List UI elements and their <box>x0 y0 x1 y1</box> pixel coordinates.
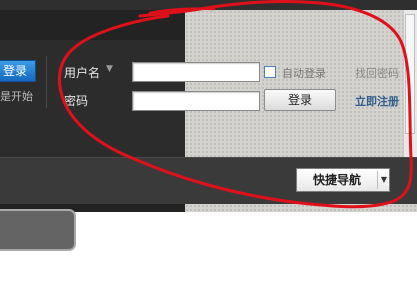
auto-login-checkbox[interactable] <box>264 66 276 78</box>
register-link[interactable]: 立即注册 <box>355 93 399 109</box>
top-strip <box>0 0 417 10</box>
password-input[interactable] <box>132 91 260 111</box>
quick-nav-separator <box>377 171 378 189</box>
quick-nav-label[interactable]: 快捷导航 <box>297 169 377 191</box>
patterned-background <box>185 10 417 157</box>
gray-panel-tab[interactable] <box>0 209 76 251</box>
scrollbar-thumb[interactable] <box>405 14 415 134</box>
header-top-bar <box>0 10 185 40</box>
username-input[interactable] <box>132 62 260 82</box>
login-submit-button[interactable]: 登录 <box>264 89 336 111</box>
quick-nav-button[interactable]: 快捷导航 ▼ <box>296 168 390 192</box>
login-button-partial[interactable]: 登录 <box>0 60 36 82</box>
nav-underline-pattern <box>185 204 417 212</box>
header-divider <box>46 56 47 108</box>
auto-login-label[interactable]: 自动登录 <box>282 65 326 81</box>
forgot-password-link[interactable]: 找回密码 <box>355 65 399 81</box>
caret-down-icon[interactable]: ▼ <box>106 64 113 74</box>
username-label[interactable]: 用户名 <box>64 64 100 81</box>
password-label: 密码 <box>64 94 89 108</box>
caret-down-icon[interactable]: ▼ <box>379 169 389 191</box>
start-text: 是开始 <box>0 90 33 103</box>
